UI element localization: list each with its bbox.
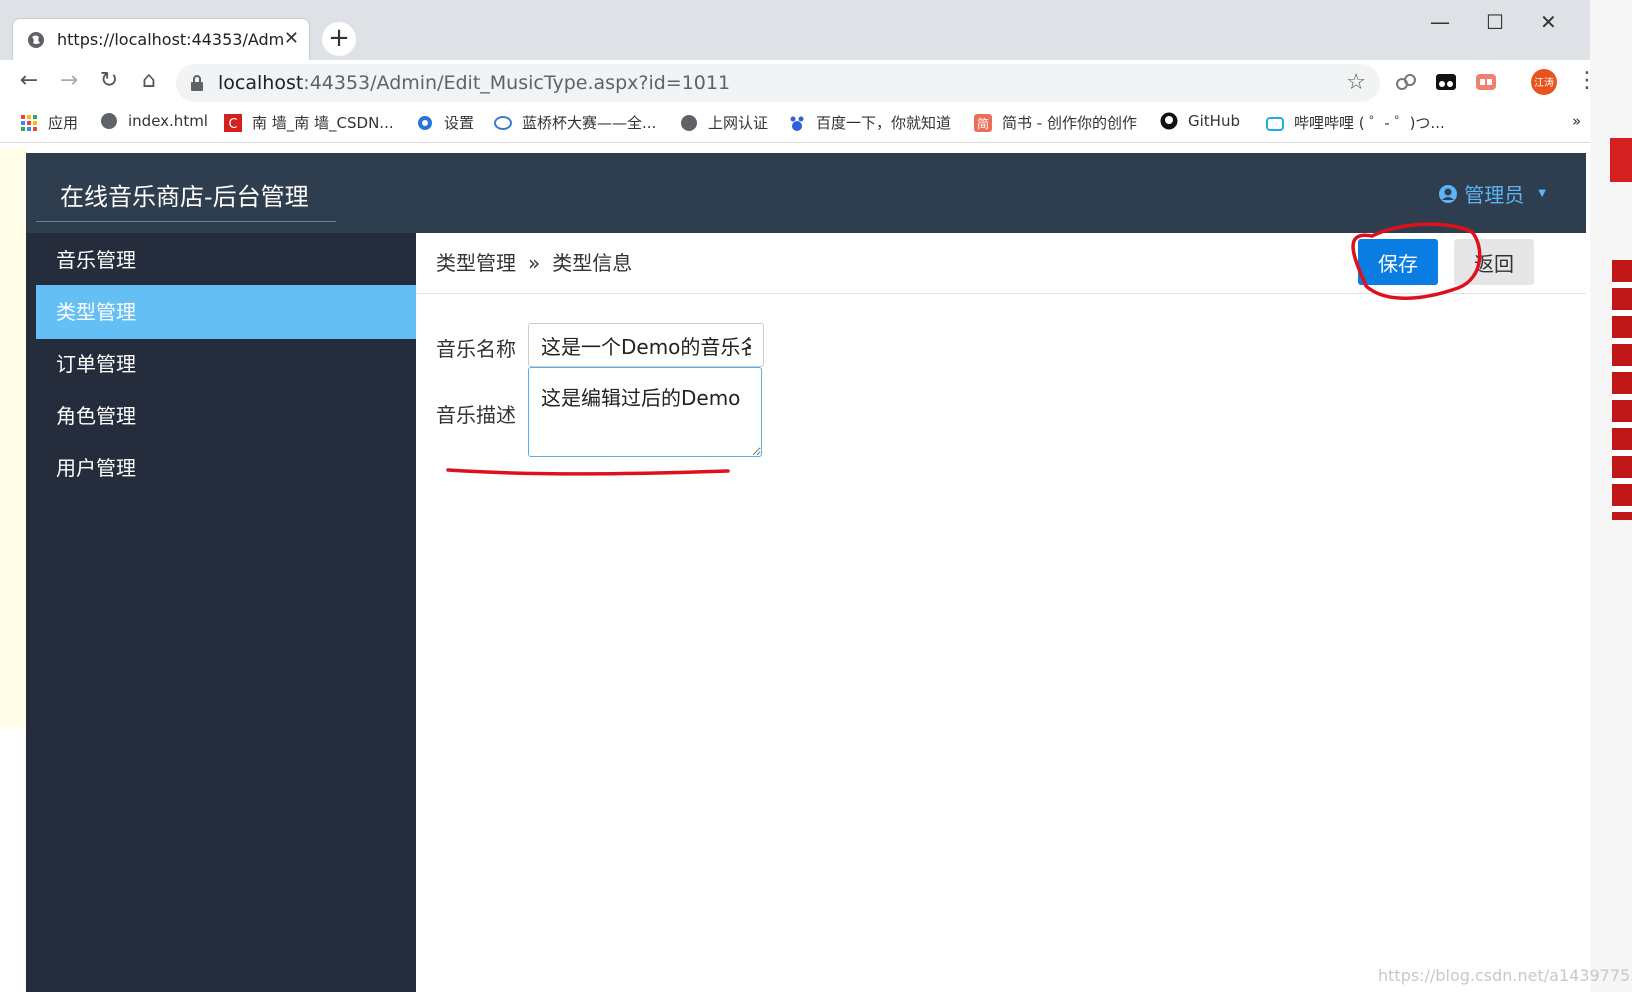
breadcrumb-parent[interactable]: 类型管理 [436,251,516,275]
bilibili-icon [1266,116,1284,131]
bookmark-item[interactable]: GitHub [1160,112,1240,130]
lock-icon [191,75,203,91]
profile-avatar[interactable]: 江涛 [1530,68,1558,96]
url-text[interactable]: localhost:44353/Admin/Edit_MusicType.asp… [218,72,730,94]
globe-icon [28,32,44,48]
main-content: 类型管理 » 类型信息 保存 返回 音乐名称 音乐描述 这是编辑过后的Demo [416,233,1586,992]
globe-icon [101,113,117,129]
music-desc-label: 音乐描述 [436,403,516,427]
address-bar[interactable]: localhost:44353/Admin/Edit_MusicType.asp… [176,64,1380,102]
apps-grid-icon [21,114,37,131]
csdn-icon: C [224,113,242,132]
brand-title: 在线音乐商店-后台管理 [60,183,309,211]
lanqiao-icon [494,115,512,130]
sidebar-item-music[interactable]: 音乐管理 [36,233,416,287]
bookmark-item[interactable]: C南 墙_南 墙_CSDN... [224,112,394,133]
jianshu-icon: 简 [974,113,992,132]
music-name-label: 音乐名称 [436,337,516,361]
bookmark-item[interactable]: 简简书 - 创作你的创作 [974,112,1137,133]
more-bookmarks-icon[interactable]: » [1572,112,1581,130]
minimize-icon[interactable]: — [1430,10,1450,34]
background-red-badge [1610,138,1632,182]
header-divider [416,293,1586,294]
caret-down-icon: ▼ [1538,188,1546,199]
breadcrumb-current: 类型信息 [552,251,633,275]
bookmark-star-icon[interactable]: ☆ [1346,70,1366,95]
watermark-text: https://blog.csdn.net/a1439775520 [1378,966,1632,985]
sidebar: 音乐管理 类型管理 订单管理 角色管理 用户管理 [26,233,416,992]
music-name-input[interactable] [528,323,764,367]
extension-red-icon[interactable] [1474,70,1498,94]
user-menu[interactable]: 管理员 ▼ [1438,179,1546,208]
user-label: 管理员 [1464,183,1525,207]
user-circle-icon [1439,184,1458,203]
extension-link-icon[interactable] [1394,70,1418,94]
background-red-list [1612,260,1632,520]
app-header: 在线音乐商店-后台管理 管理员 ▼ [26,153,1586,233]
svg-text:江涛: 江涛 [1534,76,1554,89]
bookmark-item[interactable]: 设置 [416,112,474,133]
home-icon[interactable]: ⌂ [134,68,164,93]
sidebar-item-orders[interactable]: 订单管理 [36,337,416,391]
music-desc-textarea[interactable]: 这是编辑过后的Demo [528,367,762,457]
admin-app: 在线音乐商店-后台管理 管理员 ▼ 音乐管理 类型管理 订单管理 角色管理 用户… [26,153,1586,992]
bookmark-item[interactable]: 蓝桥杯大赛——全... [494,112,656,133]
brand-divider [36,221,336,222]
page-background [0,148,26,728]
browser-chrome: https://localhost:44353/Admin/Edit_Music… [0,0,1610,148]
browser-toolbar: ← → ↻ ⌂ localhost:44353/Admin/Edit_Music… [0,60,1610,106]
close-tab-icon[interactable]: ✕ [284,28,299,49]
breadcrumb-separator: » [528,251,541,275]
forward-arrow-icon[interactable]: → [54,68,84,93]
gear-icon [418,115,432,130]
window-close-icon[interactable]: ✕ [1540,10,1557,34]
new-tab-button[interactable]: + [322,22,356,56]
tab-title: https://localhost:44353/Admin/Edit_Music… [57,30,285,49]
bookmark-item[interactable]: 上网认证 [680,112,768,133]
back-button[interactable]: 返回 [1454,239,1534,285]
tab-strip: https://localhost:44353/Admin/Edit_Music… [0,0,1610,60]
sidebar-item-users[interactable]: 用户管理 [36,441,416,495]
svg-text:简: 简 [977,117,989,131]
sidebar-item-types[interactable]: 类型管理 [36,285,416,339]
bookmark-item[interactable]: 应用 [20,112,78,133]
reload-icon[interactable]: ↻ [94,68,124,93]
maximize-icon[interactable]: ☐ [1486,10,1504,34]
browser-tab[interactable]: https://localhost:44353/Admin/Edit_Music… [12,18,310,60]
baidu-icon [790,116,804,131]
github-icon [1160,112,1178,130]
globe-icon [681,114,697,131]
bookmark-item[interactable]: 哔哩哔哩 ( ゜- ゜)つ... [1266,112,1445,133]
bookmark-item[interactable]: index.html [100,112,208,130]
breadcrumb: 类型管理 » 类型信息 [436,247,632,276]
sidebar-item-roles[interactable]: 角色管理 [36,389,416,443]
save-button[interactable]: 保存 [1358,239,1438,285]
bookmark-item[interactable]: 百度一下，你就知道 [788,112,951,133]
back-arrow-icon[interactable]: ← [14,68,44,93]
bookmarks-bar: 应用 index.html C南 墙_南 墙_CSDN... 设置 蓝桥杯大赛—… [0,106,1610,143]
svg-text:C: C [228,117,237,132]
extension-glasses-icon[interactable] [1434,70,1458,94]
